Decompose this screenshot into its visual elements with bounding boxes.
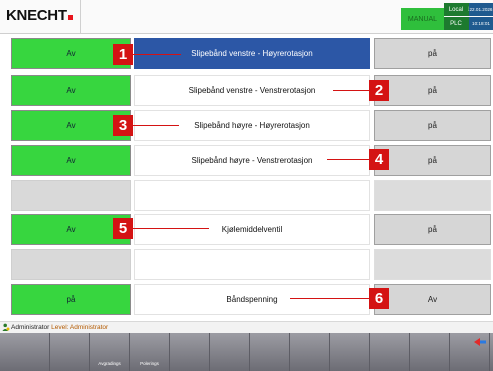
location-label: Local xyxy=(444,3,468,16)
toolbar-button-2[interactable] xyxy=(50,333,90,371)
toolbar-button-6[interactable] xyxy=(210,333,250,371)
callout-6: 6 xyxy=(369,288,389,309)
callout-line-4 xyxy=(327,159,369,160)
bottom-toolbar: Avgradings Polerings xyxy=(0,333,493,371)
toolbar-button-polerings[interactable]: Polerings xyxy=(130,333,170,371)
row8-on-button[interactable]: på xyxy=(11,284,131,315)
callout-2: 2 xyxy=(369,80,389,101)
row5-empty-right xyxy=(374,180,491,211)
row4-off-button[interactable]: Av xyxy=(11,145,131,176)
brand-dot xyxy=(67,15,73,20)
row7-empty-right xyxy=(374,249,491,280)
toolbar-button-10[interactable] xyxy=(370,333,410,371)
callout-5: 5 xyxy=(113,218,133,239)
row5-empty-left xyxy=(11,180,131,211)
status-user-level: Level: Administrator xyxy=(51,324,109,331)
plc-label: PLC xyxy=(444,17,468,30)
callout-line-5 xyxy=(133,228,209,229)
row5-empty-label xyxy=(134,180,370,211)
status-panel: Local PLC 22.01.2026 10:18:01 xyxy=(444,3,493,31)
callout-line-2 xyxy=(333,90,369,91)
time-label: 10:18:01 xyxy=(469,17,493,30)
toolbar-label-avgradings: Avgradings xyxy=(98,361,121,366)
toolbar-button-5[interactable] xyxy=(170,333,210,371)
callout-3: 3 xyxy=(113,115,133,136)
header-bar: KNECHT MANUAL Local PLC xyxy=(0,0,493,34)
row7-empty-label xyxy=(134,249,370,280)
date-label: 22.01.2026 xyxy=(469,3,493,16)
status-user: Administrator Level: Administrator xyxy=(11,322,108,333)
callout-line-1 xyxy=(133,54,181,55)
row4-on-button[interactable]: på xyxy=(374,145,491,176)
row3-on-button[interactable]: på xyxy=(374,110,491,141)
toolbar-button-7[interactable] xyxy=(250,333,290,371)
row7-empty-left xyxy=(11,249,131,280)
callout-line-3 xyxy=(133,125,179,126)
callout-line-6 xyxy=(290,298,369,299)
brand-name: KNECHT xyxy=(6,7,67,24)
toolbar-button-11[interactable] xyxy=(410,333,450,371)
callout-4: 4 xyxy=(369,149,389,170)
toolbar-button-8[interactable] xyxy=(290,333,330,371)
logo-area: KNECHT xyxy=(0,0,81,33)
brand-logo: KNECHT xyxy=(6,7,73,24)
row8-label: Båndspenning xyxy=(134,284,370,315)
row6-on-button[interactable]: på xyxy=(374,214,491,245)
toolbar-button-1[interactable] xyxy=(10,333,50,371)
arrow-left-icon[interactable] xyxy=(473,337,487,347)
status-user-name: Administrator xyxy=(11,324,50,331)
toolbar-label-polerings: Polerings xyxy=(140,361,159,366)
mode-indicator: MANUAL xyxy=(401,8,444,30)
status-bar: Administrator Level: Administrator xyxy=(0,321,493,333)
toolbar-button-9[interactable] xyxy=(330,333,370,371)
user-icon xyxy=(2,323,10,331)
row6-label: Kjølemiddelventil xyxy=(134,214,370,245)
callout-1: 1 xyxy=(113,44,133,65)
row2-on-button[interactable]: på xyxy=(374,75,491,106)
row2-off-button[interactable]: Av xyxy=(11,75,131,106)
row4-label: Slipebånd høyre - Venstrerotasjon xyxy=(134,145,370,176)
row1-on-button[interactable]: på xyxy=(374,38,491,69)
toolbar-button-avgradings[interactable]: Avgradings xyxy=(90,333,130,371)
row8-off-button[interactable]: Av xyxy=(374,284,491,315)
